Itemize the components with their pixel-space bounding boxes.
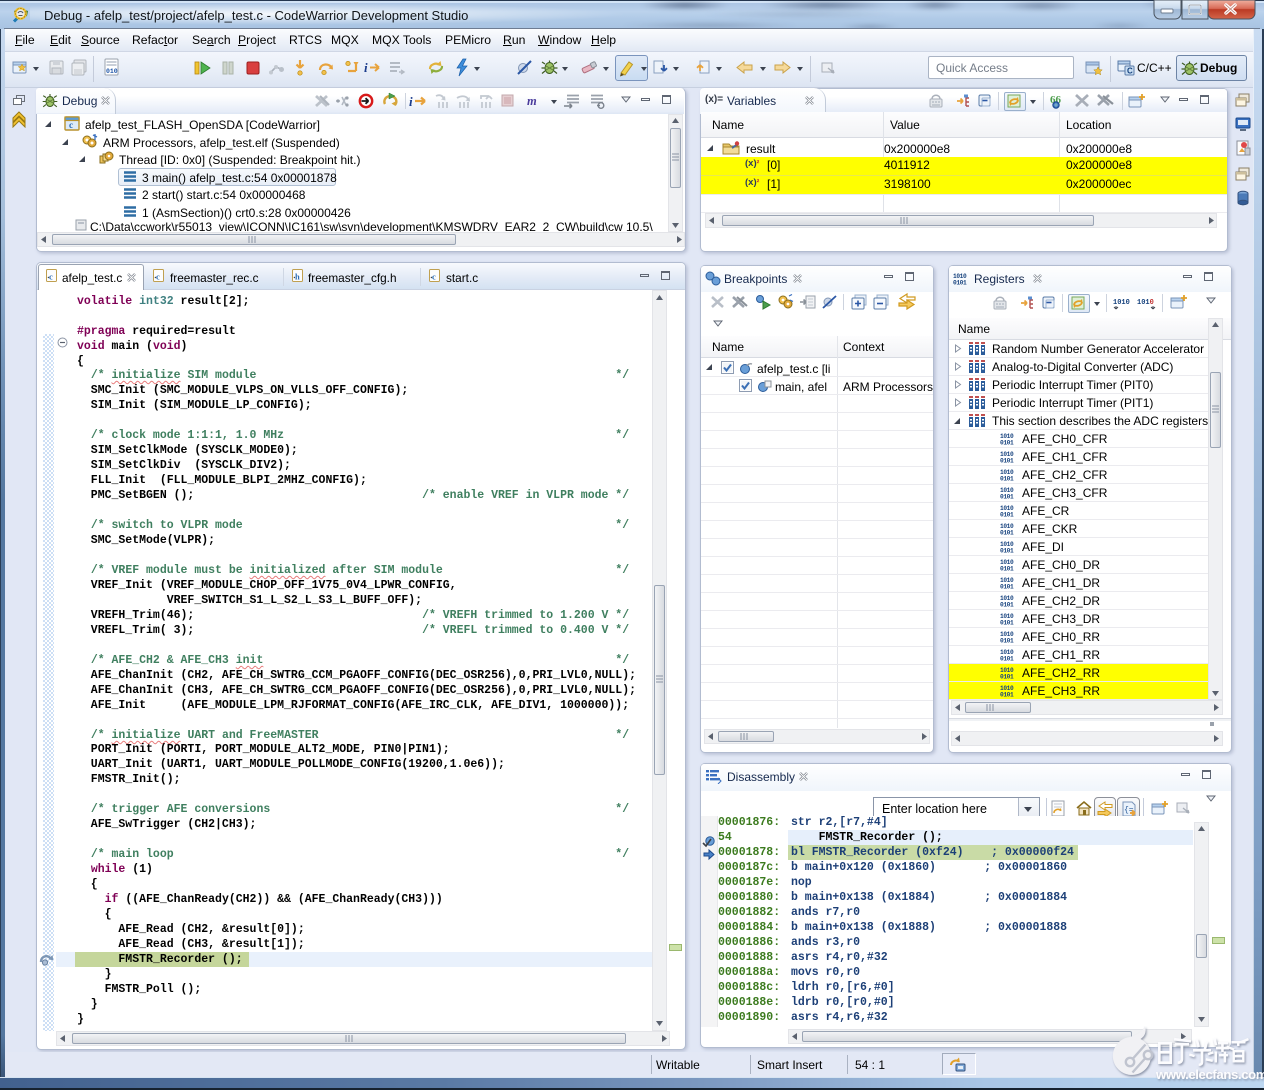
svg-text:i: i [364,60,368,75]
svg-text:1010: 1010 [1137,299,1154,307]
svg-text:0101: 0101 [1000,638,1014,644]
svg-text:010: 010 [106,68,118,75]
svg-text:c: c [432,272,436,282]
svg-text:0101: 0101 [1000,566,1014,572]
svg-text:0101: 0101 [1000,458,1014,464]
svg-text:c: c [156,272,160,282]
svg-text:0101: 0101 [1000,620,1014,626]
svg-text:c: c [69,120,73,130]
svg-text:0101: 0101 [1000,548,1014,554]
svg-text:C: C [1127,67,1133,76]
svg-text:h: h [295,272,300,282]
svg-text:www.elecfans.com: www.elecfans.com [1155,1067,1264,1082]
svg-text:c: c [49,272,53,282]
svg-text:0101: 0101 [1000,476,1014,482]
svg-text:0101: 0101 [1000,656,1014,662]
svg-text:0101: 0101 [1000,602,1014,608]
svg-text:0101: 0101 [1000,530,1014,536]
svg-text:0101: 0101 [1000,674,1014,680]
svg-text:0101: 0101 [1000,692,1014,698]
svg-text:i: i [409,94,413,109]
svg-text:0101: 0101 [1000,440,1014,446]
svg-text:1010: 1010 [1113,299,1130,307]
svg-text:m: m [527,94,537,108]
svg-text:0101: 0101 [1000,584,1014,590]
svg-text:0101: 0101 [953,280,967,286]
svg-text:0101: 0101 [1000,494,1014,500]
svg-text:0101: 0101 [1000,512,1014,518]
